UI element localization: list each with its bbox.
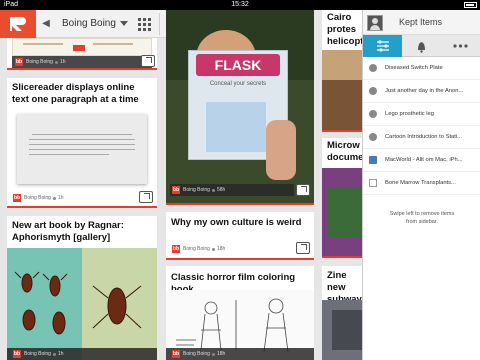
panel-tabs — [363, 35, 480, 57]
list-item[interactable]: Cartoon Introduction to Stati... — [363, 126, 480, 149]
boing-boing-icon: bb — [13, 350, 21, 358]
sliders-icon — [377, 40, 389, 52]
card-time: 58h — [216, 187, 226, 193]
card-source: Boing Boing — [183, 187, 210, 193]
article-image: FLASK Conceal your secrets — [166, 10, 314, 203]
separator-dot — [211, 247, 215, 251]
article-title: Microw docume — [327, 140, 364, 163]
more-icon — [453, 44, 468, 48]
back-button[interactable]: ◀ — [36, 10, 56, 38]
card-time: 18h — [216, 351, 226, 357]
globe-icon — [369, 64, 377, 72]
article-card-slicereader[interactable]: Slicereader displays online text one par… — [7, 78, 157, 208]
article-image — [7, 248, 157, 360]
card-meta-bar: bb Boing Boing 1h — [12, 56, 152, 68]
share-icon[interactable] — [139, 191, 153, 203]
list-item-label: Bone Marrow Transplants... — [385, 180, 456, 186]
hint-line: from sidebar. — [406, 219, 438, 225]
card-meta: bb Boing Boing 1h — [13, 192, 64, 204]
panel-hint: Swipe left to remove items from sidebar. — [363, 210, 480, 226]
card-source: Boing Boing — [24, 195, 51, 201]
separator-dot — [52, 196, 56, 200]
panel-title: Kept Items — [399, 17, 443, 27]
clock: 15:32 — [231, 1, 249, 8]
list-item-label: MacWorld - Allt om Mac, iPh... — [385, 157, 463, 163]
document-icon — [369, 179, 377, 187]
card-source: Boing Boing — [183, 351, 210, 357]
card-source: Boing Boing — [26, 59, 53, 65]
avatar[interactable] — [367, 15, 383, 31]
article-card-flask[interactable]: FLASK Conceal your secrets bb Boing Boin… — [166, 10, 314, 205]
site-favicon-icon — [369, 156, 377, 164]
boing-boing-icon: bb — [172, 245, 180, 253]
list-item-label: Just another day in the Anon... — [385, 88, 464, 94]
article-title: New art book by Ragnar: Aphorismyth [gal… — [12, 220, 124, 243]
battery-icon — [464, 2, 477, 8]
panel-header: Kept Items — [363, 10, 480, 35]
share-icon[interactable] — [296, 242, 310, 254]
list-item[interactable]: Just another day in the Anon... — [363, 80, 480, 103]
boing-boing-icon: bb — [15, 58, 23, 66]
bell-icon — [418, 42, 425, 53]
card-source: Boing Boing — [183, 246, 210, 252]
separator-dot — [211, 188, 215, 192]
list-item[interactable]: MacWorld - Allt om Mac, iPh... — [363, 149, 480, 172]
separator-dot — [54, 60, 58, 64]
article-card-culture[interactable]: Why my own culture is weird bb Boing Boi… — [166, 212, 314, 260]
globe-icon — [369, 133, 377, 141]
status-bar: iPad 15:32 — [0, 0, 480, 10]
list-item[interactable]: Diseased Switch Plate — [363, 57, 480, 80]
article-title: Why my own culture is weird — [171, 217, 302, 228]
list-item[interactable]: Lego prosthetic leg — [363, 103, 480, 126]
card-meta-bar: bb Boing Boing 1h — [7, 348, 157, 360]
hint-line: Swipe left to remove items — [389, 211, 455, 217]
boing-boing-icon: bb — [172, 186, 180, 194]
share-icon[interactable] — [296, 184, 310, 196]
tab-kept-items[interactable] — [363, 35, 402, 57]
list-item-label: Cartoon Introduction to Stati... — [385, 134, 463, 140]
article-card-art-book[interactable]: New art book by Ragnar: Aphorismyth [gal… — [7, 216, 157, 360]
article-card-horror[interactable]: Classic horror film coloring book bb Boi… — [166, 266, 314, 360]
article-title: Cairo protes helicopte — [327, 12, 369, 47]
card-meta-bar: bb Boing Boing 18h — [166, 348, 314, 360]
article-thumbnail — [17, 114, 147, 184]
share-icon[interactable] — [141, 55, 155, 67]
globe-icon — [369, 87, 377, 95]
grid-icon[interactable] — [137, 17, 151, 31]
boing-boing-icon: bb — [172, 350, 180, 358]
card-time: 1h — [57, 351, 64, 357]
card-meta-bar: bb Boing Boing 58h — [170, 184, 294, 196]
card-meta: bb Boing Boing 18h — [172, 243, 225, 255]
card-source: Boing Boing — [24, 351, 51, 357]
separator-dot — [52, 352, 56, 356]
card-time: 1h — [59, 59, 66, 65]
flask-headline: FLASK — [214, 57, 262, 73]
article-title: Slicereader displays online text one par… — [12, 82, 139, 105]
tab-more[interactable] — [441, 35, 480, 57]
tab-notifications[interactable] — [402, 35, 441, 57]
toolbar-divider — [159, 13, 160, 35]
list-item[interactable]: Bone Marrow Transplants... — [363, 172, 480, 195]
separator-dot — [211, 352, 215, 356]
kept-items-panel: Kept Items Diseased Switch Plate Just an… — [362, 10, 480, 360]
article-thumbnail — [12, 38, 152, 56]
flask-subline: Conceal your secrets — [209, 81, 267, 87]
feed-toolbar: ◀ Boing Boing — [36, 10, 186, 38]
globe-icon — [369, 110, 377, 118]
feed-selector[interactable]: Boing Boing — [62, 10, 116, 38]
app-logo[interactable] — [0, 10, 36, 38]
boing-boing-icon: bb — [13, 194, 21, 202]
list-item-label: Diseased Switch Plate — [385, 65, 443, 71]
card-time: 1h — [57, 195, 64, 201]
list-item-label: Lego prosthetic leg — [385, 111, 434, 117]
card-time: 18h — [216, 246, 226, 252]
article-card-top[interactable]: bb Boing Boing 1h — [7, 38, 157, 70]
chevron-down-icon[interactable] — [120, 21, 128, 26]
